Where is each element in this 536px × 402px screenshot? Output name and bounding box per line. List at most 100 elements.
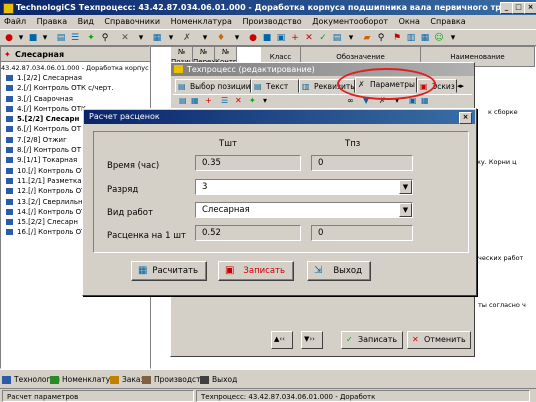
tree-item-label: 8.[/] Контроль ОТ [17,146,81,155]
table-icon[interactable]: ▦ [420,33,430,43]
grid-icon[interactable]: ▦ [421,96,429,105]
work-type-select[interactable]: Слесарная ▼ [195,202,413,218]
arrow-down-icon: ▼›› [304,335,315,343]
search-icon[interactable]: ⚲ [376,33,386,43]
menu-help[interactable]: Справка [430,17,465,26]
tab-select-position[interactable]: ▤ Выбор позиции [175,79,251,93]
grade-value: 3 [202,182,208,192]
column-header-tsht: Тшт [219,139,237,149]
tree-icon[interactable]: ■ [262,33,272,43]
user-icon[interactable]: ☺ [434,33,444,43]
menu-view[interactable]: Вид [78,17,94,26]
document-icon[interactable]: ▤ [56,33,66,43]
operation-icon [6,208,13,215]
list-icon[interactable]: ☰ [221,96,228,105]
operation-icon [6,167,13,174]
delete-icon[interactable]: ✕ [235,96,242,105]
tab-scroll-arrows[interactable]: ◂▸ [457,79,473,93]
operation-icon [6,147,13,154]
module-exit[interactable]: Выход [200,373,237,387]
grade-select[interactable]: 3 ▼ [195,179,413,195]
grid-cell: ты согласно ч [478,301,526,309]
exit-button[interactable]: ⇲ Выход [307,261,371,281]
move-up-button[interactable]: ▲‹‹ [271,331,293,349]
list-icon[interactable]: ☰ [70,33,80,43]
flag-icon[interactable]: ⚑ [392,33,402,43]
dialog-close-button[interactable]: × [459,112,472,124]
rate-tpz-field[interactable]: 0 [311,225,413,241]
menu-windows[interactable]: Окна [399,17,420,26]
dropdown-icon[interactable]: ▾ [232,33,242,43]
document-icon[interactable]: ▤ [179,96,187,105]
save-icon[interactable]: ▣ [276,33,286,43]
dropdown-icon[interactable]: ▾ [263,96,267,105]
module-bar: Технология Номенклатура Заказы Производс… [0,369,536,388]
wrench-icon[interactable]: ✗ [182,33,192,43]
print-icon[interactable]: ▥ [406,33,416,43]
orders-icon [110,376,119,384]
calculate-button[interactable]: ▦ Расчитать [131,261,207,281]
check-icon[interactable]: ✓ [318,33,328,43]
menu-edit[interactable]: Правка [37,17,67,26]
technology-icon [2,376,11,384]
nomenclature-icon [50,376,59,384]
folder-icon[interactable]: ▰ [362,33,372,43]
dropdown-icon[interactable]: ▾ [346,33,356,43]
dropdown-icon[interactable]: ▾ [200,33,210,43]
time-tpz-field[interactable]: 0 [311,155,413,171]
delete-icon[interactable]: ✕ [304,33,314,43]
add-icon[interactable]: + [205,96,212,105]
menu-references[interactable]: Справочники [104,17,160,26]
rate-tsht-field[interactable]: 0.52 [195,225,301,241]
table-icon[interactable]: ▦ [191,96,199,105]
open-icon[interactable]: ● [248,33,258,43]
dialog-save-button[interactable]: ▣ Записать [218,261,294,281]
tree-item[interactable]: 3.[/] Сварочная [3,94,149,104]
add-icon[interactable]: + [290,33,300,43]
operation-icon [6,188,13,195]
dropdown-icon[interactable]: ▾ [166,33,176,43]
exit-icon [200,376,209,384]
operation-icon [6,229,13,236]
binoculars-icon[interactable]: ∞ [347,96,354,105]
work-type-label: Вид работ [107,208,153,218]
tree-icon[interactable]: ■ [28,33,38,43]
dropdown-icon[interactable]: ▾ [136,33,146,43]
module-label: Выход [212,375,238,384]
person-icon[interactable]: ♦ [216,33,226,43]
operation-icon [6,126,13,133]
refresh-icon[interactable]: ✦ [249,96,256,105]
move-down-button[interactable]: ▼›› [301,331,323,349]
table-icon[interactable]: ▦ [152,33,162,43]
time-label: Время (час) [107,161,160,171]
dropdown-icon[interactable]: ▾ [448,33,458,43]
open-icon[interactable]: ● [4,33,14,43]
menu-docflow[interactable]: Документооборот [312,17,388,26]
dropdown-icon[interactable]: ▾ [40,33,50,43]
cancel-icon: ✕ [412,335,419,344]
production-icon [142,376,151,384]
document-icon[interactable]: ▤ [332,33,342,43]
tab-text[interactable]: ▤ Текст [251,79,299,93]
tree-item-label: 2.[/] Контроль ОТК с/черт. [17,84,114,93]
app-title-bar: TechnologiCS Техпроцесс: 43.42.87.034.06… [0,0,536,15]
refresh-icon[interactable]: ✦ [86,33,96,43]
menu-nomenclature[interactable]: Номенклатура [171,17,232,26]
tree-item-label: 5.[2/2] Слесарн [17,115,80,124]
time-tsht-field[interactable]: 0.35 [195,155,301,171]
dropdown-icon[interactable]: ▾ [16,33,26,43]
status-bar: Расчет параметров Техпроцесс: 43.42.87.0… [0,388,536,402]
chevron-down-icon[interactable]: ▼ [399,180,412,194]
techprocess-save-button[interactable]: ✓ Записать [341,331,403,349]
operation-icon [6,198,13,205]
chevron-down-icon[interactable]: ▼ [399,203,412,217]
tree-item[interactable]: 1.[2/2] Слесарная [3,73,149,83]
close-button[interactable]: × [524,2,536,14]
search-icon[interactable]: ⚲ [100,33,110,43]
tools-icon[interactable]: ✕ [120,33,130,43]
menu-file[interactable]: Файл [4,17,26,26]
tree-item[interactable]: 2.[/] Контроль ОТК с/черт. [3,83,149,93]
menu-production[interactable]: Производство [242,17,301,26]
column-header-tpz: Тпз [345,139,361,149]
techprocess-cancel-button[interactable]: ✕ Отменить [407,331,471,349]
